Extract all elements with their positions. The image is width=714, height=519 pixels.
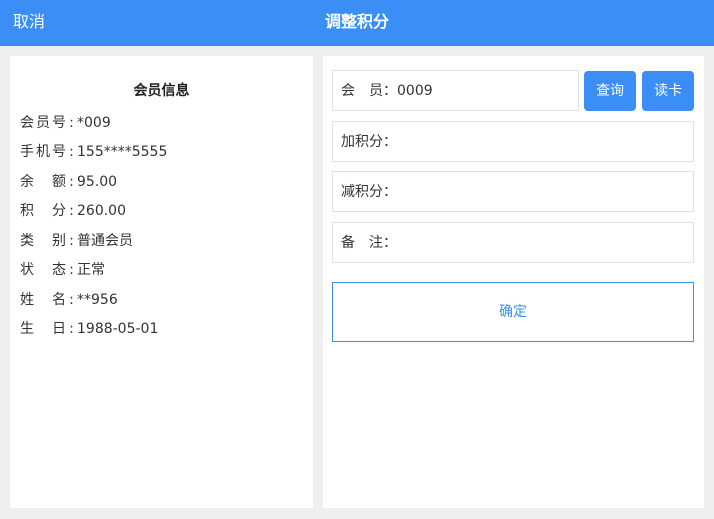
info-value: **956 (77, 292, 118, 308)
reduce-points-label: 减积分： (341, 184, 397, 200)
page-title: 调整积分 (324, 12, 389, 31)
member-info-title: 会员信息 (133, 83, 190, 99)
info-row-status: 状态: 正常 (20, 262, 105, 278)
info-value: 1988-05-01 (77, 321, 159, 337)
info-row-member-no: 会员号: *009 (20, 115, 111, 131)
info-row-balance: 余额:95.00 (20, 174, 118, 190)
member-field-label: 会 员： (341, 83, 397, 99)
info-value: 155****5555 (77, 144, 168, 160)
info-label: 会员号 (20, 115, 66, 131)
query-button[interactable]: 查询 (584, 71, 636, 111)
info-value: *009 (77, 115, 111, 131)
info-value: 260.00 (77, 203, 126, 219)
reduce-points-field[interactable]: 减积分： (332, 171, 694, 212)
info-label: 积分 (20, 203, 66, 219)
info-value: 普通会员 (77, 233, 133, 249)
info-value: 95.00 (77, 174, 118, 190)
read-card-button[interactable]: 读卡 (642, 71, 694, 111)
add-points-field[interactable]: 加积分： (332, 121, 694, 162)
info-label: 手机号 (20, 144, 66, 160)
member-field[interactable]: 会 员： (332, 70, 579, 111)
info-value: 正常 (77, 262, 105, 278)
member-input[interactable] (397, 71, 572, 110)
reduce-points-input[interactable] (397, 172, 687, 211)
top-bar: 取消 调整积分 (0, 0, 714, 46)
info-label: 类别 (20, 233, 66, 249)
confirm-button[interactable]: 确定 (332, 282, 694, 342)
remark-field[interactable]: 备 注： (332, 222, 694, 263)
add-points-label: 加积分： (341, 134, 397, 150)
add-points-input[interactable] (397, 122, 687, 161)
info-label: 生日 (20, 321, 66, 337)
info-row-category: 类别: 普通会员 (20, 233, 133, 249)
info-label: 余额 (20, 174, 66, 190)
info-row-birthday: 生日:1988-05-01 (20, 321, 159, 337)
member-info-panel: 会员信息 会员号: *009 手机号:155****5555 余额:95.00 积… (10, 56, 313, 508)
info-row-phone: 手机号:155****5555 (20, 144, 168, 160)
info-label: 姓名 (20, 292, 66, 308)
adjust-points-panel: 会 员： 查询 读卡 加积分： 减积分： 备 注： 确定 (323, 56, 704, 508)
info-row-name: 姓名: **956 (20, 292, 118, 308)
remark-input[interactable] (397, 223, 687, 262)
info-row-points: 积分:260.00 (20, 203, 126, 219)
remark-label: 备 注： (341, 235, 397, 251)
info-label: 状态 (20, 262, 66, 278)
